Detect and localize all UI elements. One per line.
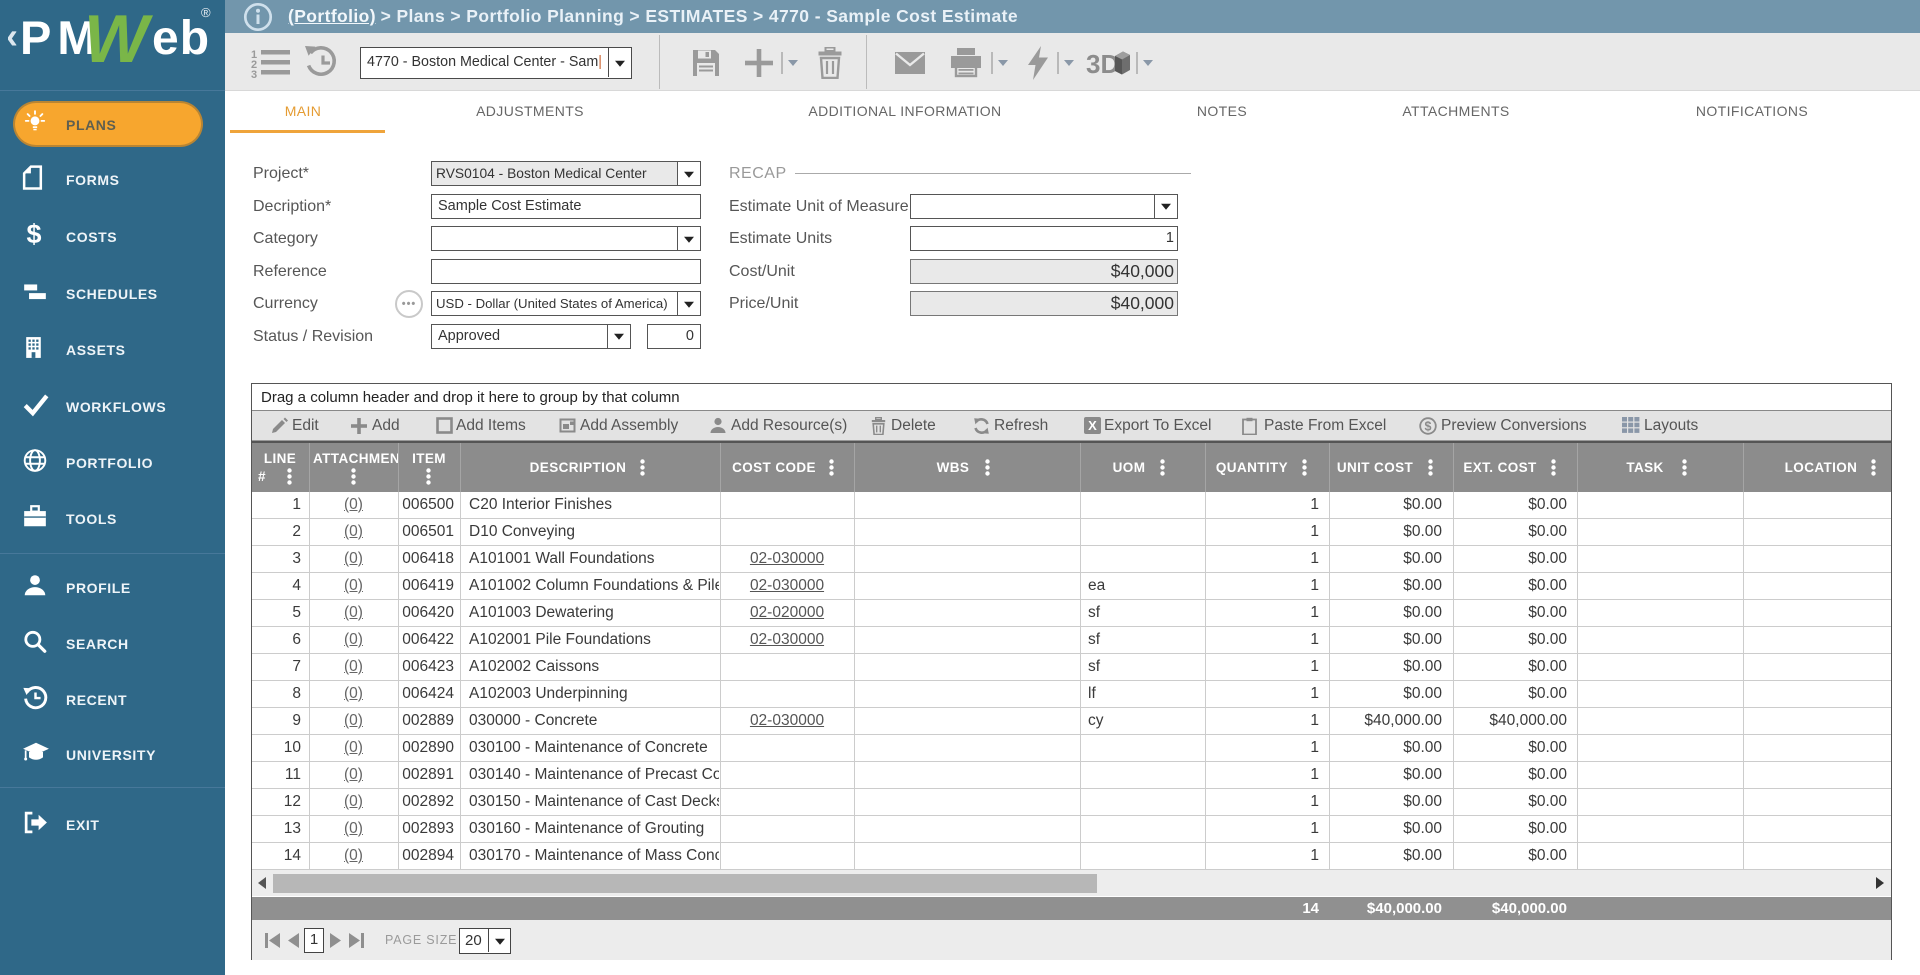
svg-text:$: $ [27, 221, 42, 249]
svg-text:X: X [1088, 418, 1097, 433]
svg-text:$: $ [1425, 420, 1432, 434]
svg-text:‹: ‹ [8, 15, 18, 56]
svg-text:®: ® [201, 5, 211, 20]
svg-text:3D: 3D [1086, 49, 1119, 79]
svg-text:W: W [84, 4, 154, 77]
svg-text:3: 3 [251, 69, 257, 80]
